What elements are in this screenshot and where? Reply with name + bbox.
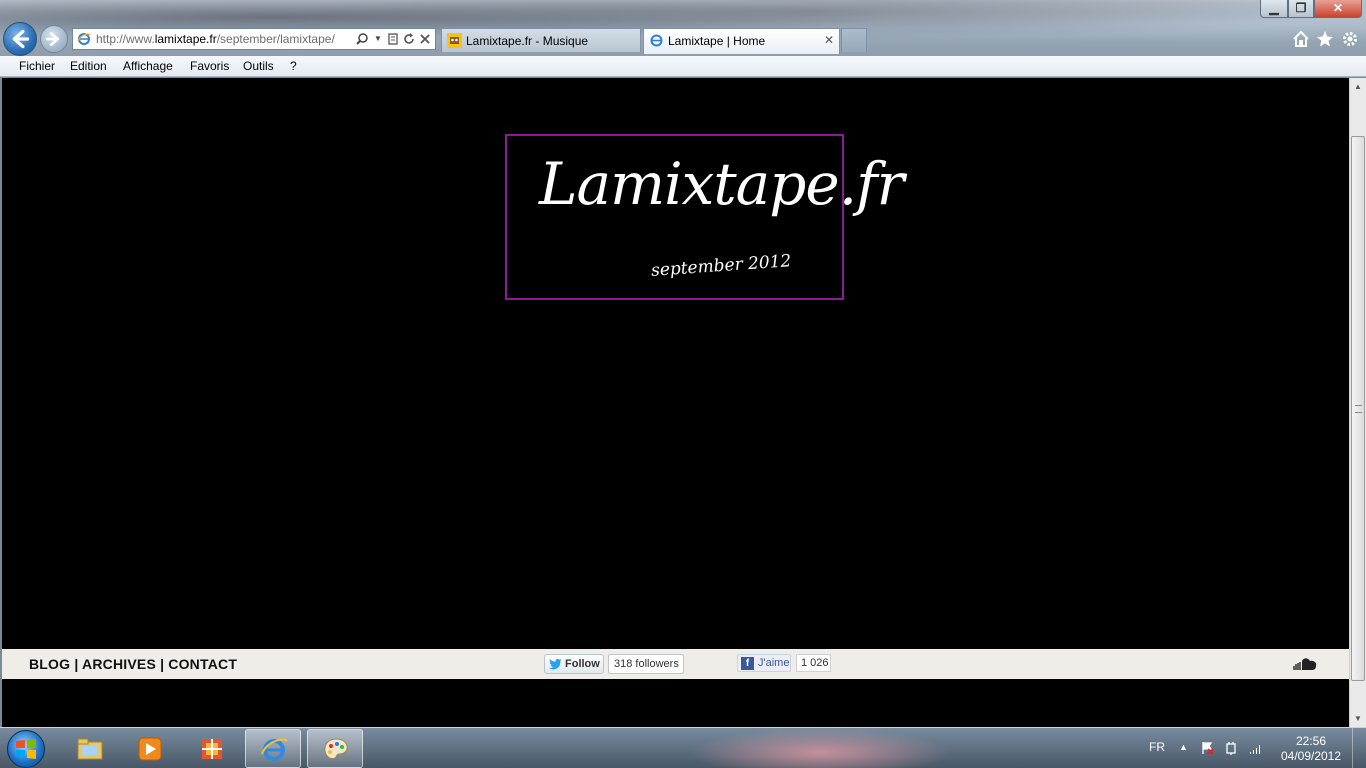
nav-link-blog[interactable]: BLOG — [29, 656, 70, 672]
stop-icon[interactable] — [418, 32, 432, 46]
minimize-button[interactable]: ▁ — [1260, 0, 1288, 18]
paint-palette-icon — [324, 738, 348, 760]
logo-subtitle: september 2012 — [650, 251, 792, 281]
search-icon[interactable] — [355, 32, 369, 46]
facebook-icon: f — [741, 657, 754, 670]
page-viewport: Lamixtape.fr september 2012 BLOG | ARCHI… — [2, 78, 1349, 727]
start-button[interactable] — [7, 730, 45, 768]
taskbar-paint[interactable] — [307, 729, 363, 768]
language-indicator[interactable]: FR — [1149, 740, 1165, 754]
site-logo[interactable]: Lamixtape.fr september 2012 — [505, 134, 904, 300]
office-icon — [202, 739, 222, 759]
site-favicon-icon — [447, 33, 462, 48]
tab-lamixtape-home[interactable]: Lamixtape | Home ✕ — [643, 28, 840, 54]
clock-time: 22:56 — [1295, 734, 1327, 748]
power-plug-icon[interactable] — [1224, 741, 1238, 755]
scroll-up-arrow-icon[interactable]: ▲ — [1350, 78, 1366, 95]
taskbar-explorer[interactable] — [62, 729, 118, 768]
taskbar-media-player[interactable] — [122, 729, 178, 768]
show-hidden-icons-icon[interactable]: ▲ — [1179, 742, 1188, 752]
menu-bar: Fichier Edition Affichage Favoris Outils… — [0, 56, 1366, 77]
settings-gear-icon[interactable] — [1341, 30, 1359, 48]
url-prefix: http://www. — [96, 32, 155, 46]
menu-fichier[interactable]: Fichier — [19, 59, 55, 73]
nav-separator: | — [155, 656, 169, 672]
favorites-star-icon[interactable] — [1316, 30, 1334, 48]
facebook-like-label: J'aime — [758, 657, 790, 669]
browser-title-bar: http://www.lamixtape.fr/september/lamixt… — [0, 0, 1366, 56]
address-bar[interactable]: http://www.lamixtape.fr/september/lamixt… — [72, 28, 436, 50]
wallpaper-blur — [690, 728, 950, 768]
twitter-followers-count[interactable]: 318 followers — [608, 654, 684, 674]
vertical-scrollbar[interactable]: ▲ ▼ — [1349, 78, 1366, 727]
scroll-down-arrow-icon[interactable]: ▼ — [1350, 710, 1366, 727]
clock[interactable]: 22:56 04/09/2012 — [1276, 734, 1346, 764]
close-window-button[interactable]: ✕ — [1314, 0, 1362, 18]
menu-edition[interactable]: Edition — [70, 59, 107, 73]
close-icon: ✕ — [1332, 1, 1344, 15]
twitter-follow-label: Follow — [565, 658, 600, 670]
windows-taskbar: FR ▲ 22:56 04/09/2012 — [0, 727, 1366, 768]
back-button[interactable] — [3, 22, 37, 56]
menu-favoris[interactable]: Favoris — [190, 59, 229, 73]
footer-bar: BLOG | ARCHIVES | CONTACT Follow 318 fol… — [2, 649, 1349, 679]
tab-label: Lamixtape.fr - Musique — [466, 34, 589, 48]
taskbar-office[interactable] — [184, 729, 240, 768]
new-tab-button[interactable] — [841, 28, 867, 52]
facebook-like-button[interactable]: f J'aime — [737, 654, 791, 672]
dropdown-arrow-icon[interactable]: ▼ — [371, 32, 385, 46]
compatibility-view-icon[interactable] — [386, 32, 400, 46]
back-arrow-icon — [12, 29, 30, 49]
facebook-like-count: 1 026 — [796, 654, 831, 672]
ie-page-icon — [77, 33, 91, 45]
maximize-icon: ❐ — [1295, 1, 1307, 15]
scroll-thumb[interactable] — [1351, 136, 1365, 681]
nav-separator: | — [70, 656, 83, 672]
network-signal-icon[interactable] — [1249, 741, 1263, 755]
internet-explorer-icon — [261, 738, 288, 761]
maximize-button[interactable]: ❐ — [1288, 0, 1314, 18]
refresh-icon[interactable] — [402, 32, 416, 46]
scroll-grip — [1355, 405, 1362, 413]
footer-nav: BLOG | ARCHIVES | CONTACT — [29, 656, 237, 672]
windows-logo-icon — [16, 739, 36, 759]
close-tab-icon[interactable]: ✕ — [824, 33, 834, 47]
show-desktop-button[interactable] — [1352, 728, 1366, 768]
twitter-follow-button[interactable]: Follow — [544, 654, 604, 674]
menu-outils[interactable]: Outils — [243, 59, 274, 73]
ie-page-icon — [650, 34, 663, 47]
soundcloud-icon[interactable] — [1292, 657, 1318, 671]
minimize-icon: ▁ — [1269, 1, 1279, 15]
folder-icon — [77, 738, 103, 760]
address-url[interactable]: http://www.lamixtape.fr/september/lamixt… — [96, 32, 351, 46]
url-domain: lamixtape.fr — [154, 32, 217, 46]
menu-help[interactable]: ? — [290, 59, 297, 73]
logo-title: Lamixtape.fr — [539, 150, 904, 218]
url-path: /september/lamixtape/ — [216, 32, 335, 46]
nav-link-archives[interactable]: ARCHIVES — [82, 656, 156, 672]
clock-date: 04/09/2012 — [1280, 749, 1342, 763]
taskbar-internet-explorer[interactable] — [245, 729, 301, 768]
tab-label: Lamixtape | Home — [668, 34, 766, 48]
tab-lamixtape-musique[interactable]: Lamixtape.fr - Musique — [441, 28, 641, 52]
media-player-icon — [138, 737, 162, 761]
home-icon[interactable] — [1292, 30, 1310, 48]
twitter-bird-icon — [549, 658, 562, 670]
menu-affichage[interactable]: Affichage — [123, 59, 173, 73]
nav-link-contact[interactable]: CONTACT — [168, 656, 237, 672]
forward-button[interactable] — [40, 25, 68, 53]
forward-arrow-icon — [46, 32, 60, 46]
action-center-flag-icon[interactable] — [1200, 741, 1214, 755]
